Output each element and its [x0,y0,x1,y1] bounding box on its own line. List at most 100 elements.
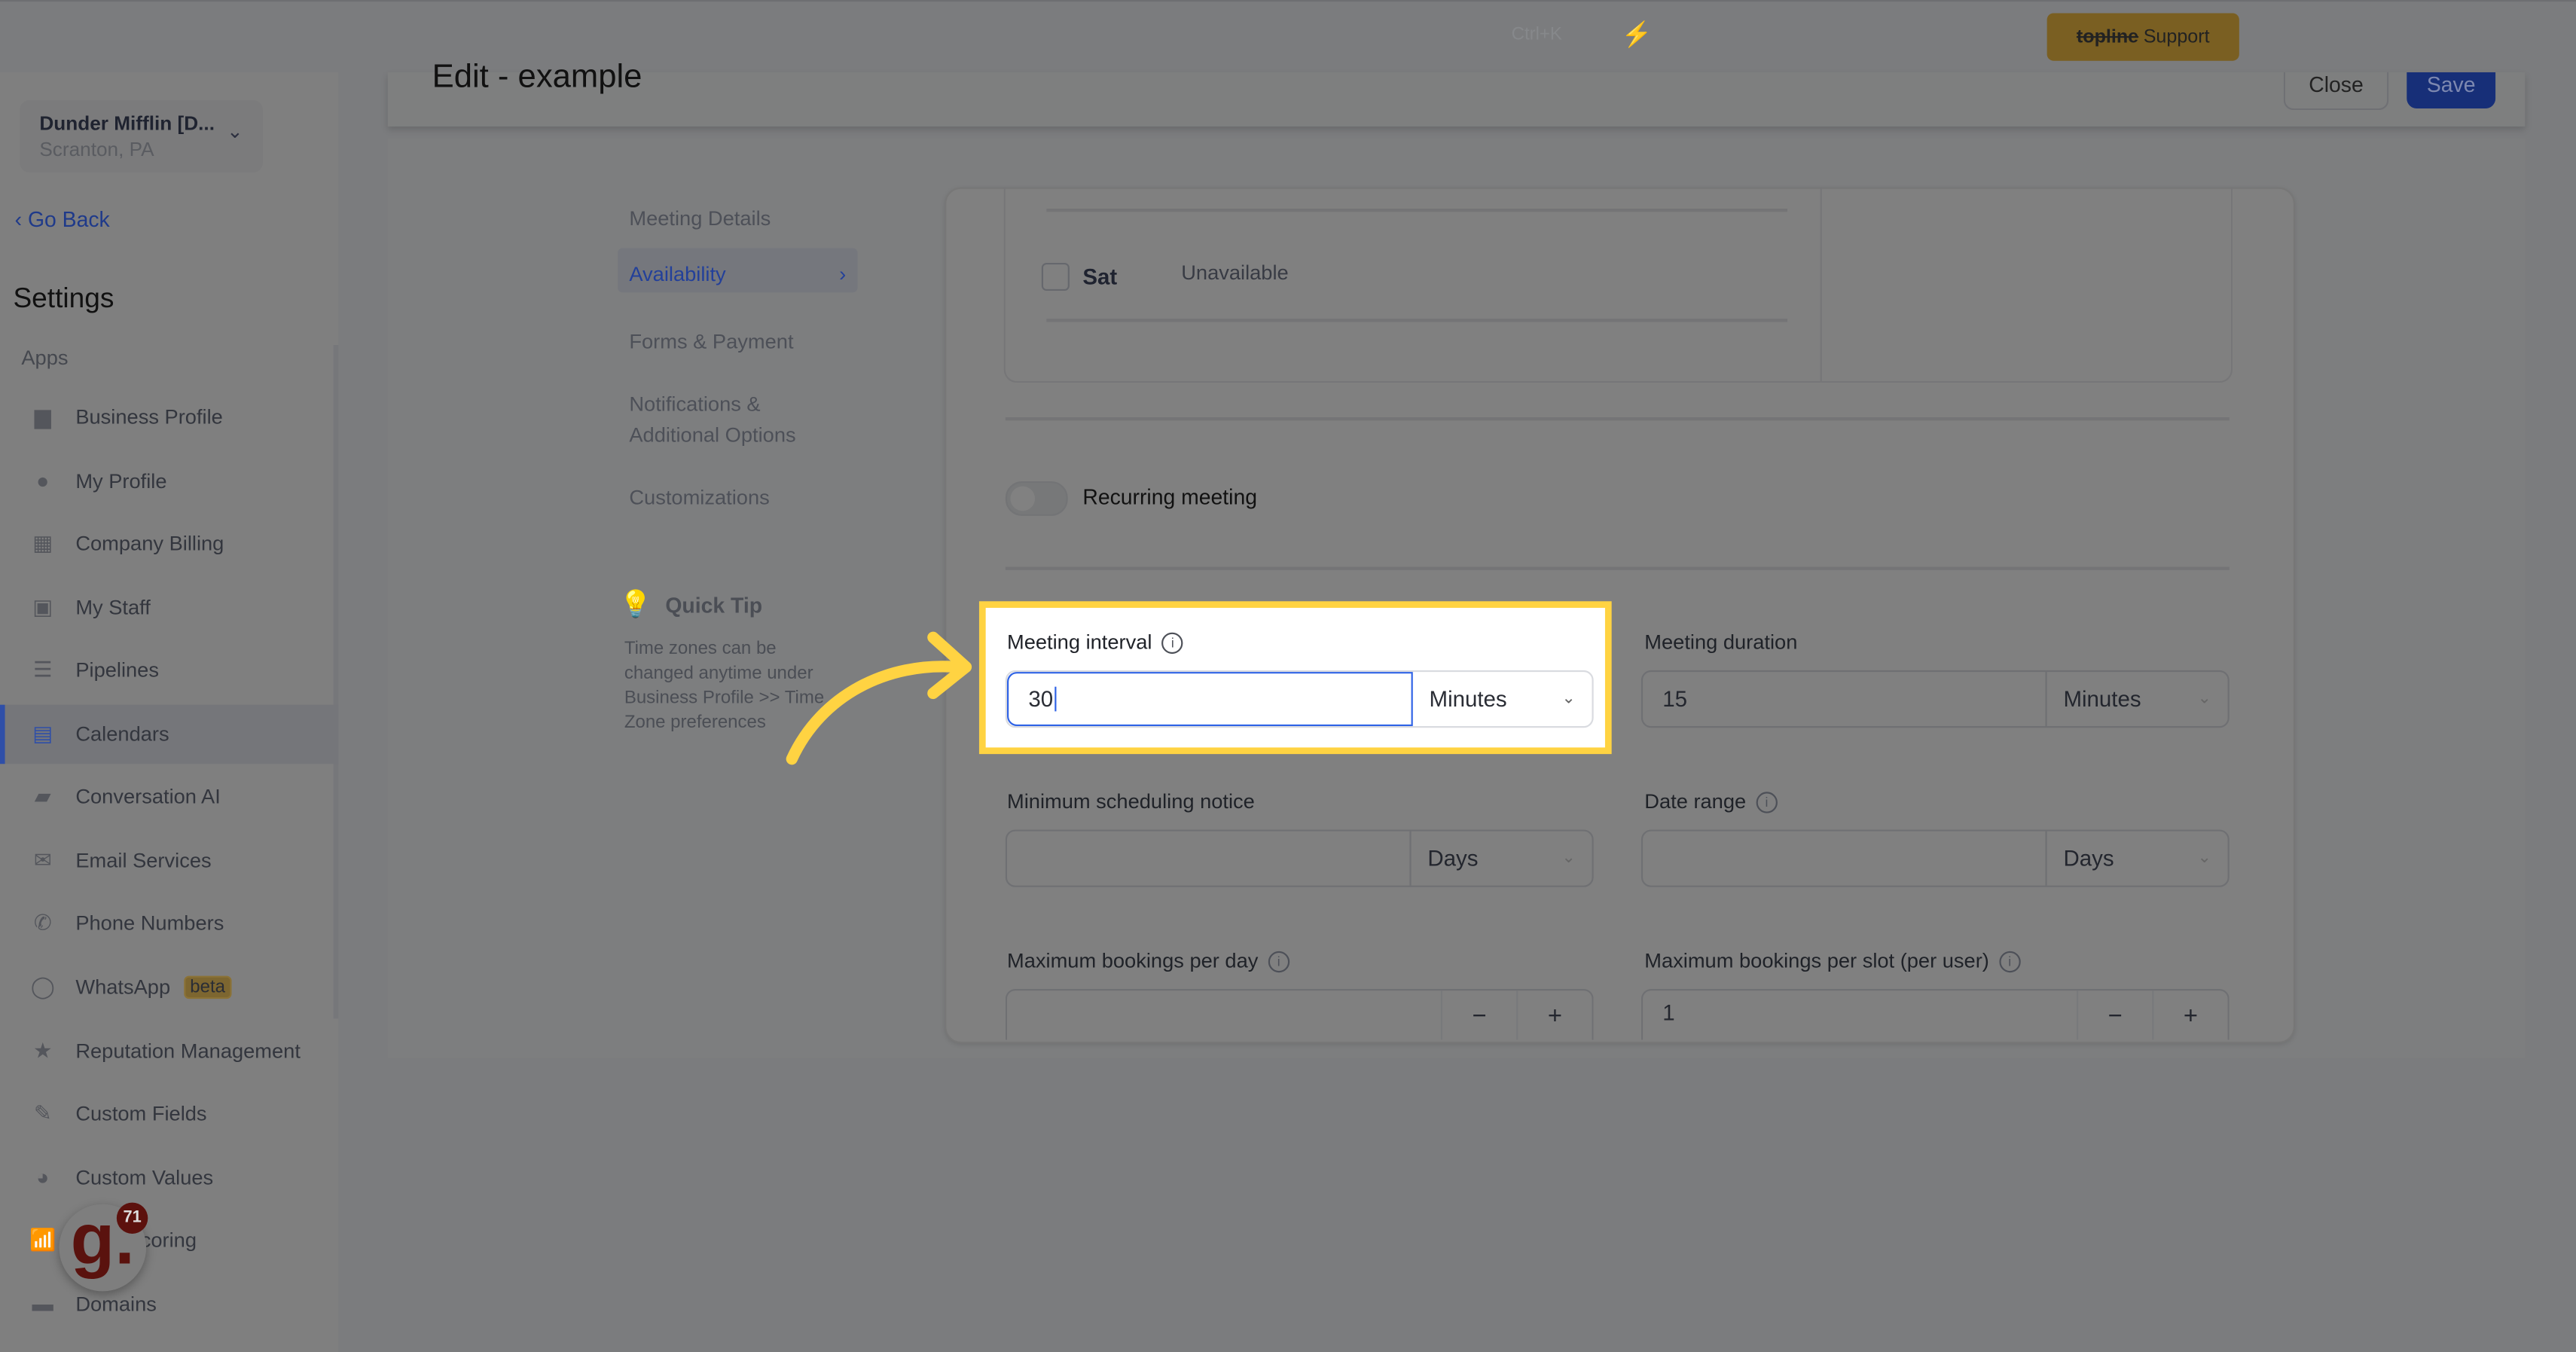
whatsapp-icon: ◯ [30,974,55,999]
account-switcher[interactable]: Dunder Mifflin [D... Scranton, PA ⌄ [20,100,263,173]
max-per-slot-label: Maximum bookings per slot (per user) i [1644,950,2021,973]
beta-badge: beta [183,975,232,999]
sidebar-item-my-staff[interactable]: ▣ My Staff [0,578,334,637]
screen: Ctrl+K ⚡ topline Support Dunder Mifflin [… [0,0,2576,1352]
sidebar-item-conversation-ai[interactable]: ▰ Conversation AI [0,768,334,827]
date-range-input[interactable] [1643,831,2047,886]
sidebar-item-reputation-management[interactable]: ★ Reputation Management [0,1021,334,1081]
sidebar-item-whatsapp[interactable]: ◯ WhatsApp beta [0,957,334,1017]
chevron-down-icon: ⌄ [1561,690,1576,709]
close-button[interactable]: Close [2283,72,2389,111]
chevron-left-icon: ‹ [14,206,28,232]
sidebar-item-label: Calendars [75,722,169,746]
briefcase-icon: ▆ [34,404,51,429]
support-button[interactable]: topline Support [2046,13,2239,61]
max-per-slot-stepper: 1 − + [1641,989,2230,1040]
sidebar-item-business-profile[interactable]: ▆ Business Profile [0,388,334,447]
tab-availability-label: Availability [629,262,726,286]
day-label: Sat [1082,264,1118,289]
sidebar-item-label: Pipelines [75,659,159,682]
meeting-interval-unit-select[interactable]: Minutes ⌄ [1413,672,1592,726]
sidebar-item-my-profile[interactable]: ● My Profile [0,451,334,511]
divider [1820,187,1822,382]
tab-customizations[interactable]: Customizations [618,472,857,526]
sidebar-item-label: Conversation AI [75,786,221,809]
page-header [387,72,2526,127]
weekly-hours-table [1003,187,2233,383]
divider [1046,208,1788,212]
star-icon: ★ [32,1037,53,1063]
lightbulb-icon: 💡 [619,591,652,620]
decrement-button[interactable]: − [2076,990,2152,1040]
sidebar-item-label: Phone Numbers [75,912,224,935]
chevron-down-icon: ⌄ [226,120,243,143]
support-label: Support [2143,26,2210,47]
search-shortcut-hint[interactable]: Ctrl+K [1512,25,1562,44]
increment-button[interactable]: + [1516,990,1592,1040]
increment-button[interactable]: + [2152,990,2227,1040]
info-icon[interactable]: i [1998,951,2021,973]
lightning-icon[interactable]: ⚡ [1622,20,1653,49]
info-icon[interactable]: i [1756,792,1778,814]
decrement-button[interactable]: − [1440,990,1516,1040]
min-notice-field: Days ⌄ [1005,829,1594,887]
max-per-day-input[interactable] [1007,990,1441,1039]
min-notice-input[interactable] [1007,831,1412,886]
max-per-slot-input[interactable]: 1 [1643,990,2077,1039]
sidebar-item-email-services[interactable]: ✉ Email Services [0,831,334,890]
sidebar-item-company-billing[interactable]: ▦ Company Billing [0,514,334,574]
tab-meeting-details[interactable]: Meeting Details [618,192,857,246]
meeting-duration-input[interactable]: 15 [1643,672,2047,727]
chevron-down-icon: ⌄ [2197,690,2211,709]
recurring-toggle[interactable] [1005,481,1068,516]
date-range-unit-select[interactable]: Days ⌄ [2047,832,2228,886]
calendar-icon: ▤ [32,720,53,746]
sidebar-item-phone-numbers[interactable]: ✆ Phone Numbers [0,894,334,954]
meeting-interval-label: Meeting interval i [1007,631,1183,655]
chevron-right-icon: › [839,262,847,286]
page-title: Edit - example [432,59,642,96]
info-icon[interactable]: i [1268,951,1290,973]
sidebar-item-pipelines[interactable]: ☰ Pipelines [0,641,334,700]
user-icon: ● [36,468,50,493]
mail-icon: ✉ [33,847,52,872]
save-button[interactable]: Save [2407,72,2496,108]
chart-icon: 📶 [29,1227,56,1253]
meeting-duration-label: Meeting duration [1644,630,1798,655]
sidebar-item-custom-values[interactable]: ◕ Custom Values [0,1148,334,1207]
sidebar-item-label: WhatsApp [75,975,171,999]
tab-notifications[interactable]: Notifications & Additional Options [618,378,832,463]
info-icon[interactable]: i [1161,633,1183,655]
grid-icon: ▦ [32,530,53,556]
tab-availability[interactable]: Availability › [618,248,858,293]
account-name: Dunder Mifflin [D... [39,111,215,135]
account-location: Scranton, PA [39,138,154,161]
quick-tip-title: Quick Tip [665,593,763,618]
sidebar-scrollbar[interactable] [333,345,339,1019]
date-range-field: Days ⌄ [1641,829,2230,887]
recurring-label: Recurring meeting [1082,484,1258,510]
phone-icon: ✆ [33,911,52,935]
day-status: Unavailable [1181,261,1289,285]
sidebar-section-label: Apps [21,346,69,370]
min-notice-unit-select[interactable]: Days ⌄ [1412,832,1592,886]
sidebar-item-label: Custom Values [75,1165,214,1189]
arrow-annotation-icon [786,631,972,765]
pie-icon: ◕ [36,1164,50,1190]
sidebar-item-calendars[interactable]: ▤ Calendars [0,704,339,764]
min-notice-label: Minimum scheduling notice [1007,790,1255,813]
filter-icon: ☰ [32,657,53,682]
sidebar-item-label: Reputation Management [75,1039,301,1063]
sat-checkbox[interactable] [1041,262,1070,291]
sidebar-item-label: Email Services [75,849,212,872]
tab-forms-payment[interactable]: Forms & Payment [618,316,857,370]
divider [1005,566,2230,570]
go-back-link[interactable]: ‹ Go Back [15,207,110,232]
chevron-down-icon: ⌄ [1561,849,1576,868]
sidebar-item-lead-scoring[interactable]: 📶Lead Scoring [0,1211,334,1271]
meeting-interval-input[interactable]: 30 [1007,672,1413,727]
meeting-duration-unit-select[interactable]: Minutes ⌄ [2047,672,2228,726]
sidebar-item-custom-fields[interactable]: ✎ Custom Fields [0,1085,334,1144]
sidebar-item-domains[interactable]: ▬ Domains [0,1274,334,1334]
sidebar-item-label: My Staff [75,595,151,619]
